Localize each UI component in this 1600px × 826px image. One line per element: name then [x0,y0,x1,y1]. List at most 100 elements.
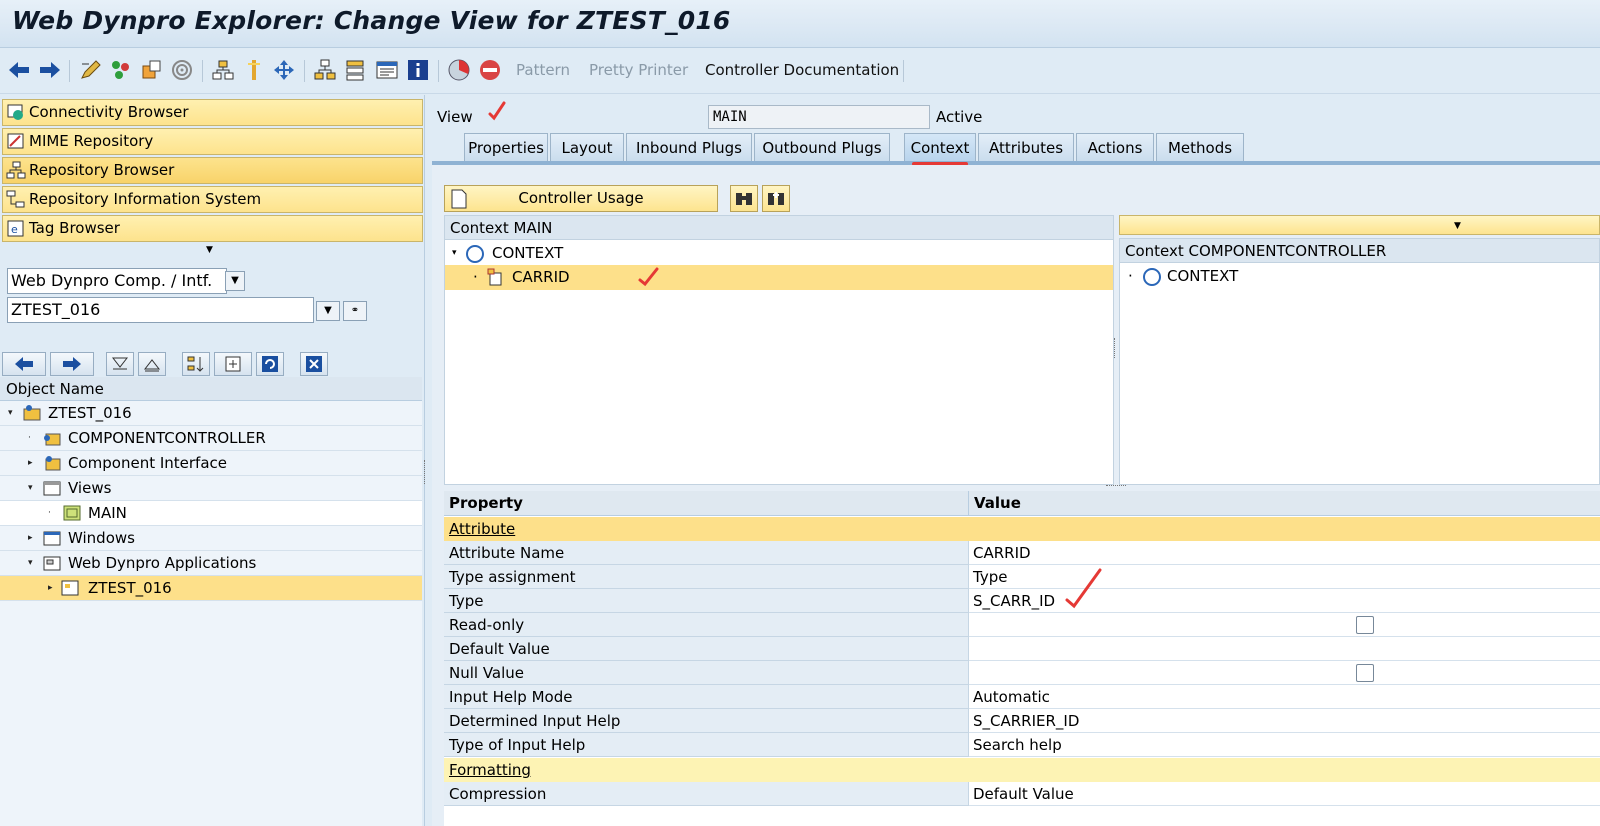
tree-node-views[interactable]: ▾ Views [0,476,422,501]
refresh-icon[interactable] [256,352,284,376]
tree-node-web-dynpro-applications[interactable]: ▾ Web Dynpro Applications [0,551,422,576]
settings-icon[interactable] [214,352,252,376]
layout-icon[interactable] [313,58,337,82]
new-document-icon [451,189,467,209]
property-row: Default Value [444,637,1600,661]
context-node-root-right[interactable]: · CONTEXT [1120,264,1599,289]
edit-icon[interactable] [79,58,103,82]
context-main-panel: Context MAIN ▾ CONTEXT · CARRID [444,215,1114,485]
context-attribute-carrid[interactable]: · CARRID [445,265,1113,290]
expand-all-icon[interactable] [106,352,134,376]
back-nav-button[interactable] [2,352,46,376]
nav-repository-information-system[interactable]: Repository Information System [2,186,423,213]
forward-icon[interactable] [38,58,62,82]
chevron-down-icon[interactable]: ▼ [225,271,245,291]
expanded-arrow-icon[interactable]: ▾ [8,401,13,425]
forward-nav-button[interactable] [50,352,94,376]
info-icon[interactable] [406,58,430,82]
view-name-field[interactable]: MAIN [708,105,930,129]
collapse-all-icon[interactable] [138,352,166,376]
property-value[interactable]: S_CARRIER_ID [969,709,1600,733]
binoculars-icon[interactable] [730,185,758,212]
property-name: Type of Input Help [444,733,969,757]
property-row: Input Help Mode Automatic [444,685,1600,709]
tab-outbound-plugs[interactable]: Outbound Plugs [754,133,890,162]
nav-mime-repository[interactable]: MIME Repository [2,128,423,155]
tab-attributes[interactable]: Attributes [978,133,1074,162]
applications-icon [43,556,61,571]
group-label[interactable]: Formatting [449,758,531,782]
property-value[interactable]: Automatic [969,685,1600,709]
expanded-arrow-icon[interactable]: ▾ [28,551,33,575]
tab-methods[interactable]: Methods [1156,133,1244,162]
read-only-checkbox[interactable] [1356,616,1374,634]
pretty-printer-button[interactable]: Pretty Printer [589,61,688,79]
dropdown-arrow-icon[interactable]: ▼ [316,301,340,321]
hierarchy-icon[interactable] [211,58,235,82]
group-row-formatting[interactable]: Formatting [444,758,1600,782]
chevron-down-icon[interactable]: ▼ [1454,216,1461,236]
null-value-checkbox[interactable] [1356,664,1374,682]
display-object-list-icon[interactable] [242,58,266,82]
property-row: Attribute Name CARRID [444,541,1600,565]
expanded-arrow-icon[interactable]: ▾ [28,476,33,500]
collapse-arrow-icon[interactable]: ▼ [206,245,213,255]
expanded-arrow-icon[interactable]: ▾ [452,241,457,265]
node-icon[interactable] [343,58,367,82]
tree-node-componentcontroller[interactable]: · COMPONENTCONTROLLER [0,426,422,451]
controller-documentation-button[interactable]: Controller Documentation [705,61,899,79]
tab-actions[interactable]: Actions [1076,133,1154,162]
object-type-select[interactable]: Web Dynpro Comp. / Intf. [7,268,227,294]
tab-context[interactable]: Context [904,133,976,162]
back-icon[interactable] [7,58,31,82]
tab-inbound-plugs[interactable]: Inbound Plugs [626,133,752,162]
tree-node-component-interface[interactable]: ▸ Component Interface [0,451,422,476]
nav-connectivity-browser[interactable]: Connectivity Browser [2,99,423,126]
view-label: View [437,108,473,126]
collapsed-arrow-icon[interactable]: ▸ [28,526,33,550]
navigator-icon[interactable] [272,58,296,82]
collapsed-arrow-icon[interactable]: ▸ [28,451,33,475]
property-row: Null Value [444,661,1600,685]
find-next-icon[interactable] [762,185,790,212]
group-label[interactable]: Attribute [449,517,515,541]
property-value[interactable] [969,637,1600,661]
splitter-handle[interactable] [1114,338,1118,358]
property-value[interactable]: Default Value [969,782,1600,806]
pattern-button[interactable]: Pattern [516,61,570,79]
tree-node-windows[interactable]: ▸ Windows [0,526,422,551]
nav-label: Repository Browser [29,161,175,179]
display-glasses-icon[interactable]: ⚭ [343,301,367,321]
sort-icon[interactable] [182,352,210,376]
other-object-icon[interactable] [140,58,164,82]
controller-select[interactable]: ▼ [1119,215,1600,235]
collapsed-arrow-icon[interactable]: ▸ [48,576,53,600]
tree-node-component[interactable]: ▾ ZTEST_016 [0,401,422,426]
property-value[interactable]: CARRID [969,541,1600,565]
connectivity-icon [7,104,23,120]
stop-icon[interactable] [478,58,502,82]
activate-icon[interactable] [109,58,133,82]
tree-node-application-ztest-016[interactable]: ▸ ZTEST_016 [0,576,422,601]
where-used-icon[interactable] [170,58,194,82]
horizontal-splitter-handle[interactable] [1106,485,1126,489]
tree-node-main[interactable]: · MAIN [0,501,422,526]
left-splitter-handle[interactable] [424,460,427,484]
nav-tag-browser[interactable]: e Tag Browser [2,215,423,242]
context-attribute-label: CARRID [512,268,570,286]
test-icon[interactable] [447,58,471,82]
window-icon[interactable] [375,58,399,82]
close-icon[interactable] [300,352,328,376]
property-name: Determined Input Help [444,709,969,733]
property-value [969,613,1600,637]
tab-layout[interactable]: Layout [550,133,624,162]
property-value[interactable]: Search help [969,733,1600,757]
tree-label: Views [68,479,112,497]
tab-properties[interactable]: Properties [464,133,548,162]
object-name-input[interactable]: ZTEST_016 [7,297,314,323]
nav-repository-browser[interactable]: Repository Browser [2,157,423,184]
context-node-root[interactable]: ▾ CONTEXT [445,241,1113,266]
controller-usage-button[interactable]: Controller Usage [444,185,718,212]
property-name: Default Value [444,637,969,661]
group-row-attribute[interactable]: Attribute [444,517,1600,541]
